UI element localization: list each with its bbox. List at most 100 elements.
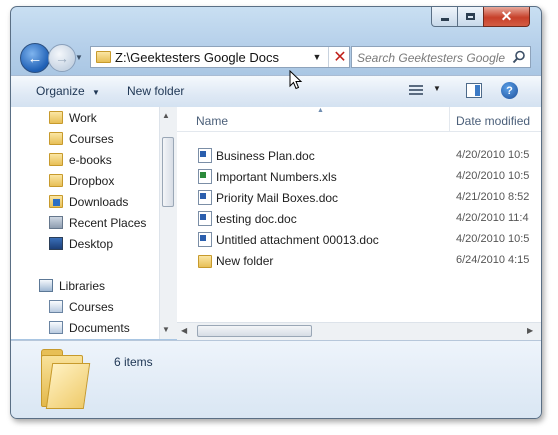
nav-item-label: Courses: [69, 300, 114, 314]
file-name: Priority Mail Boxes.doc: [216, 191, 339, 205]
column-divider[interactable]: [449, 107, 450, 131]
file-row[interactable]: Untitled attachment 00013.doc 4/20/2010 …: [177, 231, 541, 250]
file-date: 4/20/2010 11:4: [456, 212, 529, 224]
nav-item-e-books[interactable]: e-books: [11, 150, 161, 171]
file-row[interactable]: Important Numbers.xls 4/20/2010 10:5: [177, 168, 541, 187]
search-box[interactable]: Search Geektesters Google Docs: [351, 46, 531, 68]
mouse-cursor-icon: [289, 69, 303, 90]
file-name: testing doc.doc: [216, 212, 297, 226]
back-arrow-icon: ←: [27, 49, 43, 67]
file-list-horizontal-scrollbar[interactable]: ◀ ▶: [177, 322, 541, 340]
file-row[interactable]: testing doc.doc 4/20/2010 11:4: [177, 210, 541, 229]
close-icon: ✕: [500, 8, 513, 24]
nav-item-label: Work: [69, 111, 97, 125]
file-row[interactable]: Priority Mail Boxes.doc 4/21/2010 8:52: [177, 189, 541, 208]
file-row[interactable]: New folder 6/24/2010 4:15: [177, 252, 541, 271]
scroll-left-icon[interactable]: ◀: [181, 326, 187, 335]
file-date: 6/24/2010 4:15: [456, 254, 530, 266]
folder-icon: [96, 51, 111, 63]
folder-icon: [49, 153, 63, 166]
nav-item-label: Courses: [69, 132, 114, 146]
red-x-icon: ✕: [333, 49, 347, 66]
file-date: 4/20/2010 10:5: [456, 149, 530, 161]
library-icon: [49, 300, 63, 313]
column-header-date-modified[interactable]: Date modified: [456, 114, 530, 128]
forward-button[interactable]: →: [48, 44, 76, 72]
excel-spreadsheet-icon: [198, 169, 212, 184]
scroll-down-icon[interactable]: ▼: [162, 325, 170, 334]
chevron-down-icon: ▼: [75, 53, 83, 62]
folder-icon: [49, 174, 63, 187]
command-bar: Organize ▼ New folder ▼ ?: [11, 75, 541, 108]
change-view-button[interactable]: ▼: [409, 84, 441, 98]
word-document-icon: [198, 148, 212, 163]
nav-item-libraries[interactable]: Libraries: [11, 276, 161, 297]
preview-pane-icon: [475, 85, 480, 96]
nav-item-label: e-books: [69, 153, 112, 167]
nav-item-documents[interactable]: Documents: [11, 318, 161, 339]
documents-library-icon: [49, 321, 63, 334]
word-document-icon: [198, 232, 212, 247]
nav-item-label: Recent Places: [69, 216, 147, 230]
address-dropdown-button[interactable]: ▼: [307, 47, 327, 67]
file-row[interactable]: Business Plan.doc 4/20/2010 10:5: [177, 147, 541, 166]
file-date: 4/20/2010 10:5: [456, 170, 530, 182]
new-folder-button[interactable]: New folder: [127, 84, 184, 98]
chevron-down-icon: ▼: [312, 52, 322, 62]
file-name: Important Numbers.xls: [216, 170, 337, 184]
folder-icon: [49, 132, 63, 145]
chevron-down-icon: ▼: [433, 84, 441, 93]
folder-icon: [49, 111, 63, 124]
recent-pages-dropdown[interactable]: ▼: [75, 53, 85, 63]
nav-item-library-courses[interactable]: Courses: [11, 297, 161, 318]
file-list: ▲ Name Date modified Business Plan.doc 4…: [177, 107, 541, 339]
large-folder-icon: [41, 349, 91, 409]
nav-pane-scrollbar[interactable]: ▲ ▼: [159, 107, 177, 339]
scroll-thumb[interactable]: [197, 325, 312, 337]
nav-item-courses[interactable]: Courses: [11, 129, 161, 150]
scroll-up-icon[interactable]: ▲: [162, 111, 170, 120]
preview-pane-button[interactable]: [466, 83, 482, 98]
nav-item-label: Documents: [69, 321, 130, 335]
sort-ascending-icon: ▲: [317, 107, 324, 114]
libraries-icon: [39, 279, 53, 292]
file-name: New folder: [216, 254, 274, 268]
scroll-thumb[interactable]: [162, 137, 174, 207]
organize-button[interactable]: Organize ▼: [36, 84, 100, 98]
word-document-icon: [198, 190, 212, 205]
nav-item-downloads[interactable]: Downloads: [11, 192, 161, 213]
details-pane: 6 items: [11, 340, 541, 418]
address-path[interactable]: Z:\Geektesters Google Docs: [115, 50, 279, 65]
address-bar[interactable]: Z:\Geektesters Google Docs ▼ ✕: [90, 46, 350, 68]
navigation-pane: Work Courses e-books Dropbox Downloads R…: [11, 107, 177, 339]
help-button[interactable]: ?: [501, 82, 518, 99]
organize-label: Organize: [36, 84, 85, 98]
scroll-right-icon[interactable]: ▶: [527, 326, 533, 335]
nav-item-label: Libraries: [59, 279, 106, 293]
minimize-icon: [440, 18, 449, 21]
nav-item-label: Downloads: [69, 195, 129, 209]
column-headers: ▲ Name Date modified: [177, 107, 541, 132]
close-button[interactable]: ✕: [483, 7, 530, 27]
nav-item-dropbox[interactable]: Dropbox: [11, 171, 161, 192]
forward-arrow-icon: →: [55, 50, 69, 66]
chevron-down-icon: ▼: [92, 88, 100, 97]
word-document-icon: [198, 211, 212, 226]
nav-item-label: Desktop: [69, 237, 114, 251]
explorer-window: ✕ ← → ▼ Z:\Geektesters Google Docs ▼ ✕ S…: [10, 6, 542, 419]
search-input[interactable]: Search Geektesters Google Docs: [357, 51, 507, 65]
minimize-button[interactable]: [431, 7, 458, 27]
back-button[interactable]: ←: [20, 43, 50, 73]
maximize-button[interactable]: [457, 7, 484, 27]
column-header-name[interactable]: Name: [196, 114, 228, 128]
nav-item-work[interactable]: Work: [11, 108, 161, 129]
new-folder-label: New folder: [127, 84, 185, 98]
maximize-icon: [466, 13, 475, 20]
item-count: 6 items: [114, 355, 153, 369]
nav-item-recent-places[interactable]: Recent Places: [11, 213, 161, 234]
downloads-folder-icon: [49, 195, 63, 208]
clear-address-button[interactable]: ✕: [328, 47, 351, 67]
file-date: 4/20/2010 10:5: [456, 233, 530, 245]
recent-places-icon: [49, 216, 63, 229]
nav-item-desktop[interactable]: Desktop: [11, 234, 161, 255]
